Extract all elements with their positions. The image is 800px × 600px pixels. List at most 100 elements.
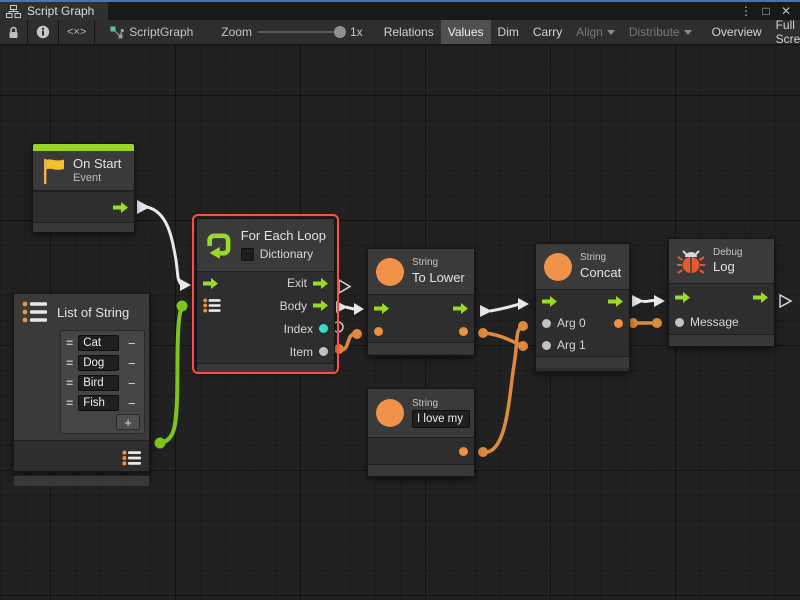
lock-button[interactable] (0, 20, 28, 44)
info-button[interactable] (28, 20, 59, 44)
list-item-field[interactable]: Dog (78, 355, 119, 371)
window-titlebar: Script Graph ⋮ □ ✕ (0, 0, 800, 20)
port-label-exit: Exit (287, 276, 307, 290)
node-title: Concat (580, 265, 621, 281)
index-output-port[interactable] (319, 324, 328, 333)
flow-input-port[interactable] (675, 292, 690, 303)
node-list-of-string[interactable]: List of String = Cat − = Dog − = Bird − … (13, 293, 150, 472)
node-subtitle: Event (73, 172, 121, 186)
toolbar-button-fullscreen[interactable]: Full Screen (769, 20, 800, 44)
list-item-row: = Cat − (63, 333, 142, 353)
drag-handle[interactable]: = (65, 356, 74, 370)
window-maximize-icon[interactable]: □ (758, 4, 774, 18)
zoom-slider-handle[interactable] (334, 26, 346, 38)
drag-handle[interactable]: = (65, 336, 74, 350)
arg1-input-port[interactable] (542, 341, 551, 350)
port-label-item: Item (290, 345, 313, 359)
node-debug-log[interactable]: Debug Log Message (668, 238, 775, 347)
node-category: Debug (713, 247, 742, 260)
string-value-field[interactable]: I love my (412, 410, 470, 428)
add-item-button[interactable]: + (116, 414, 140, 430)
node-category: String (412, 257, 465, 270)
flow-input-port[interactable] (542, 296, 557, 307)
dictionary-checkbox[interactable] (241, 248, 254, 261)
zoom-label: Zoom (221, 25, 252, 39)
toolbar-button-distribute[interactable]: Distribute (622, 20, 699, 44)
dictionary-label: Dictionary (260, 247, 313, 262)
node-footer (197, 363, 334, 373)
string-type-icon (376, 258, 404, 286)
tab-script-graph[interactable]: Script Graph (0, 2, 108, 20)
node-on-start[interactable]: On Start Event (32, 143, 135, 232)
toolbar-button-align[interactable]: Align (569, 20, 622, 44)
node-string-literal[interactable]: String I love my (367, 388, 475, 477)
string-output-port[interactable] (459, 447, 468, 456)
list-output-port[interactable] (122, 450, 143, 466)
node-string-concat[interactable]: String Concat Arg 0 Arg 1 (535, 243, 630, 372)
string-type-icon (376, 399, 404, 427)
list-item-row: = Dog − (63, 353, 142, 373)
node-title: For Each Loop (241, 228, 326, 244)
info-icon (36, 25, 50, 39)
drag-handle[interactable]: = (65, 396, 74, 410)
exit-output-port[interactable] (313, 278, 328, 289)
window-menu-icon[interactable]: ⋮ (738, 4, 754, 18)
item-output-port[interactable] (319, 347, 328, 356)
body-output-port[interactable] (313, 300, 328, 311)
graph-selector[interactable]: ScriptGraph (95, 20, 201, 44)
node-footer (14, 475, 149, 486)
port-label-arg1: Arg 1 (557, 338, 586, 352)
code-view-button[interactable]: <×> (59, 20, 95, 44)
port-label-body: Body (280, 299, 307, 313)
remove-item-button[interactable]: − (123, 376, 140, 391)
zoom-slider[interactable] (258, 31, 344, 33)
zoom-control: Zoom 1x (201, 20, 370, 44)
toolbar-button-values[interactable]: Values (441, 20, 491, 44)
bug-icon (677, 247, 705, 275)
remove-item-button[interactable]: − (123, 396, 140, 411)
chevron-down-icon (607, 30, 615, 35)
port-label-index: Index (284, 322, 313, 336)
graph-name-label: ScriptGraph (129, 25, 193, 39)
flow-output-port[interactable] (113, 202, 128, 213)
graph-toolbar: <×> ScriptGraph Zoom 1x Relations Values… (0, 20, 800, 45)
arg0-input-port[interactable] (542, 319, 551, 328)
flow-output-port[interactable] (608, 296, 623, 307)
message-input-port[interactable] (675, 318, 684, 327)
list-item-field[interactable]: Bird (78, 375, 119, 391)
chevron-down-icon (684, 30, 692, 35)
string-input-port[interactable] (374, 327, 383, 336)
node-footer (368, 464, 474, 476)
list-item-field[interactable]: Cat (78, 335, 119, 351)
result-output-port[interactable] (614, 319, 623, 328)
node-footer (669, 334, 774, 346)
toolbar-button-carry[interactable]: Carry (526, 20, 569, 44)
node-title: To Lower (412, 270, 465, 286)
flow-output-port[interactable] (753, 292, 768, 303)
string-type-icon (544, 253, 572, 281)
flow-output-port[interactable] (453, 303, 468, 314)
toolbar-button-overview[interactable]: Overview (705, 20, 769, 44)
code-view-glyph: <×> (67, 26, 86, 38)
drag-handle[interactable]: = (65, 376, 74, 390)
node-footer (536, 356, 629, 368)
node-footer (33, 222, 134, 232)
window-close-icon[interactable]: ✕ (778, 4, 794, 18)
toolbar-button-relations[interactable]: Relations (377, 20, 441, 44)
list-item-field[interactable]: Fish (78, 395, 119, 411)
port-label-arg0: Arg 0 (557, 316, 586, 330)
list-input-port[interactable] (203, 298, 222, 313)
remove-item-button[interactable]: − (123, 356, 140, 371)
lock-icon (8, 26, 19, 39)
remove-item-button[interactable]: − (123, 336, 140, 351)
toolbar-button-dim[interactable]: Dim (491, 20, 526, 44)
flow-input-port[interactable] (203, 278, 218, 289)
string-output-port[interactable] (459, 327, 468, 336)
node-title: List of String (57, 305, 129, 320)
node-for-each-loop[interactable]: For Each Loop Dictionary Exit Body (196, 218, 335, 370)
node-string-to-lower[interactable]: String To Lower (367, 248, 475, 356)
tab-label: Script Graph (27, 4, 94, 18)
flow-input-port[interactable] (374, 303, 389, 314)
list-editor: = Cat − = Dog − = Bird − = Fish − + (60, 330, 145, 434)
node-category: String (412, 398, 470, 411)
